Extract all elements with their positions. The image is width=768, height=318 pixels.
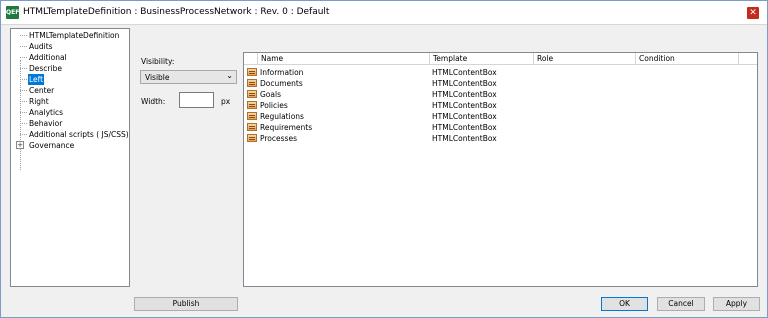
visibility-value: Visible xyxy=(145,73,170,82)
cancel-button[interactable]: Cancel xyxy=(657,297,705,311)
row-template: HTMLContentBox xyxy=(432,134,497,143)
tree-item-label: HTMLTemplateDefinition xyxy=(29,31,120,40)
grid-header: Name Template Role Condition xyxy=(244,53,757,65)
column-header-icon xyxy=(244,53,258,65)
table-row[interactable]: Requirements HTMLContentBox xyxy=(244,122,757,133)
tree-connector xyxy=(20,46,27,47)
tree-connector xyxy=(20,68,27,69)
tree-item-label: Additional xyxy=(29,53,67,62)
row-name: Policies xyxy=(260,101,288,110)
tree-connector xyxy=(20,123,27,124)
tree-guide-line xyxy=(20,60,21,170)
column-header-role[interactable]: Role xyxy=(534,53,636,65)
ok-button[interactable]: OK xyxy=(601,297,648,311)
width-input[interactable] xyxy=(179,92,214,108)
tree-connector xyxy=(20,90,27,91)
tree-item-label: Analytics xyxy=(29,108,64,117)
publish-button[interactable]: Publish xyxy=(134,297,238,311)
row-name: Information xyxy=(260,68,304,77)
tree-item-label: Describe xyxy=(29,64,62,73)
width-label: Width: xyxy=(141,97,166,106)
tree-connector xyxy=(20,79,27,80)
column-header-template[interactable]: Template xyxy=(430,53,534,65)
content-box-icon xyxy=(247,112,257,120)
table-row[interactable]: Information HTMLContentBox xyxy=(244,67,757,78)
row-template: HTMLContentBox xyxy=(432,79,497,88)
content-box-icon xyxy=(247,134,257,142)
dialog-window: QEF HTMLTemplateDefinition : BusinessPro… xyxy=(0,0,768,318)
table-row[interactable]: Goals HTMLContentBox xyxy=(244,89,757,100)
expand-plus-icon[interactable]: + xyxy=(16,141,24,149)
row-name: Regulations xyxy=(260,112,304,121)
row-name: Processes xyxy=(260,134,297,143)
tree-item-label: Right xyxy=(29,97,49,106)
content-box-grid[interactable]: Name Template Role Condition Information… xyxy=(243,52,758,287)
table-row[interactable]: Processes HTMLContentBox xyxy=(244,133,757,144)
row-template: HTMLContentBox xyxy=(432,90,497,99)
row-template: HTMLContentBox xyxy=(432,101,497,110)
table-row[interactable]: Documents HTMLContentBox xyxy=(244,78,757,89)
tree-item-label-selected: Left xyxy=(28,74,45,85)
row-name: Goals xyxy=(260,90,281,99)
content-box-icon xyxy=(247,79,257,87)
navigation-tree[interactable]: HTMLTemplateDefinition Audits Additional… xyxy=(10,28,130,287)
tree-connector xyxy=(20,134,27,135)
content-box-icon xyxy=(247,68,257,76)
app-icon: QEF xyxy=(6,6,19,19)
content-box-icon xyxy=(247,101,257,109)
tree-connector xyxy=(20,112,27,113)
row-template: HTMLContentBox xyxy=(432,123,497,132)
visibility-select[interactable]: Visible ⌄ xyxy=(140,70,237,84)
tree-item-label: Behavior xyxy=(29,119,63,128)
tree-connector xyxy=(20,57,27,58)
row-template: HTMLContentBox xyxy=(432,112,497,121)
row-name: Requirements xyxy=(260,123,313,132)
title-bar: QEF HTMLTemplateDefinition : BusinessPro… xyxy=(1,1,767,25)
tree-item-label: Governance xyxy=(29,141,75,150)
table-row[interactable]: Regulations HTMLContentBox xyxy=(244,111,757,122)
close-icon[interactable]: ✕ xyxy=(747,7,759,19)
content-box-icon xyxy=(247,123,257,131)
content-box-icon xyxy=(247,90,257,98)
row-template: HTMLContentBox xyxy=(432,68,497,77)
chevron-down-icon: ⌄ xyxy=(226,71,233,80)
row-name: Documents xyxy=(260,79,303,88)
tree-item-label: Additional scripts ( JS/CSS) xyxy=(29,130,129,139)
width-unit-label: px xyxy=(221,97,231,106)
tree-item-label: Audits xyxy=(29,42,53,51)
tree-connector xyxy=(20,101,27,102)
column-header-name[interactable]: Name xyxy=(258,53,430,65)
tree-item-label: Center xyxy=(29,86,55,95)
column-header-condition[interactable]: Condition xyxy=(636,53,739,65)
visibility-label: Visibility: xyxy=(141,57,175,66)
table-row[interactable]: Policies HTMLContentBox xyxy=(244,100,757,111)
tree-connector xyxy=(20,35,27,36)
window-title: HTMLTemplateDefinition : BusinessProcess… xyxy=(23,7,330,17)
apply-button[interactable]: Apply xyxy=(713,297,760,311)
